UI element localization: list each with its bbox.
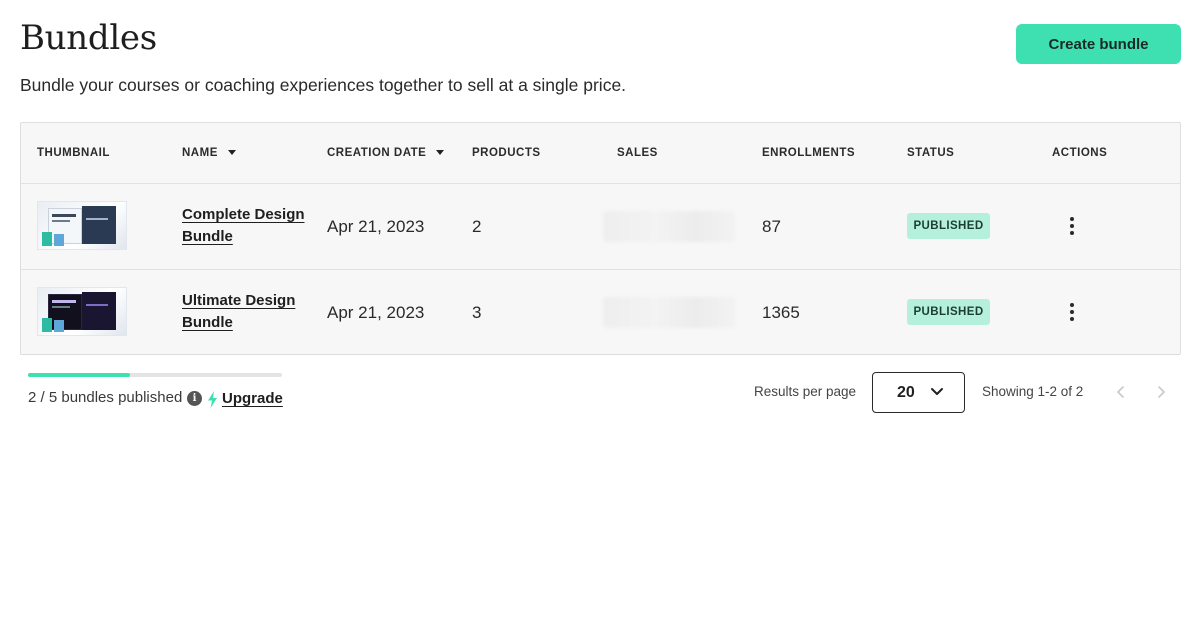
table-header: THUMBNAIL NAME CREATION DATE PRODUCTS SA… [21,123,1180,184]
column-label: SALES [617,147,658,159]
column-actions: ACTIONS [1052,147,1107,159]
bundle-name-link[interactable]: Complete Design Bundle [182,204,312,248]
products-count: 2 [472,217,482,236]
page-title: Bundles [20,18,157,58]
column-label: CREATION DATE [327,147,427,159]
creation-date: Apr 21, 2023 [327,303,425,322]
results-per-page-label: Results per page [754,384,857,399]
column-label: NAME [182,147,218,159]
column-creation-date-sort[interactable]: CREATION DATE [327,147,445,159]
table-row: Complete Design Bundle Apr 21, 2023 2 87… [21,184,1180,270]
enrollments-count: 1365 [762,303,800,322]
info-icon[interactable]: i [187,391,202,406]
lightning-bolt-icon [208,391,217,408]
pagination-showing-text: Showing 1-2 of 2 [982,384,1084,399]
column-label: THUMBNAIL [37,147,110,159]
column-label: ENROLLMENTS [762,147,856,159]
status-badge: PUBLISHED [907,299,990,325]
enrollments-count: 87 [762,217,781,236]
column-enrollments: ENROLLMENTS [762,147,855,159]
published-progress-bar [28,373,282,377]
status-badge: PUBLISHED [907,213,990,239]
column-label: ACTIONS [1052,147,1108,159]
chevron-down-icon [931,388,943,395]
caret-down-icon [227,149,236,155]
products-count: 3 [472,303,482,322]
bundles-table: THUMBNAIL NAME CREATION DATE PRODUCTS SA… [20,122,1181,355]
page-subtitle: Bundle your courses or coaching experien… [20,75,627,95]
column-label: PRODUCTS [472,147,541,159]
column-sales: SALES [617,147,658,159]
chevron-left-icon[interactable] [1114,384,1128,400]
kebab-menu-icon[interactable] [1064,214,1080,238]
kebab-menu-icon[interactable] [1064,300,1080,324]
results-per-page-select[interactable]: 20 [872,372,965,413]
chevron-right-icon[interactable] [1154,384,1168,400]
column-name-sort[interactable]: NAME [182,147,236,159]
sales-value-redacted [603,297,735,328]
column-thumbnail: THUMBNAIL [37,147,110,159]
bundle-thumbnail[interactable] [37,287,127,336]
column-status: STATUS [907,147,954,159]
bundle-thumbnail[interactable] [37,201,127,250]
creation-date: Apr 21, 2023 [327,217,425,236]
create-bundle-button[interactable]: Create bundle [1016,24,1181,64]
sales-value-redacted [603,211,735,242]
table-row: Ultimate Design Bundle Apr 21, 2023 3 13… [21,270,1180,356]
column-products: PRODUCTS [472,147,541,159]
column-label: STATUS [907,147,955,159]
results-per-page-value: 20 [897,383,915,401]
upgrade-link[interactable]: Upgrade [222,390,283,407]
published-progress-fill [28,373,130,377]
bundles-published-count: 2 / 5 bundles published [28,389,183,406]
caret-down-icon [436,149,445,155]
bundle-name-link[interactable]: Ultimate Design Bundle [182,290,312,334]
